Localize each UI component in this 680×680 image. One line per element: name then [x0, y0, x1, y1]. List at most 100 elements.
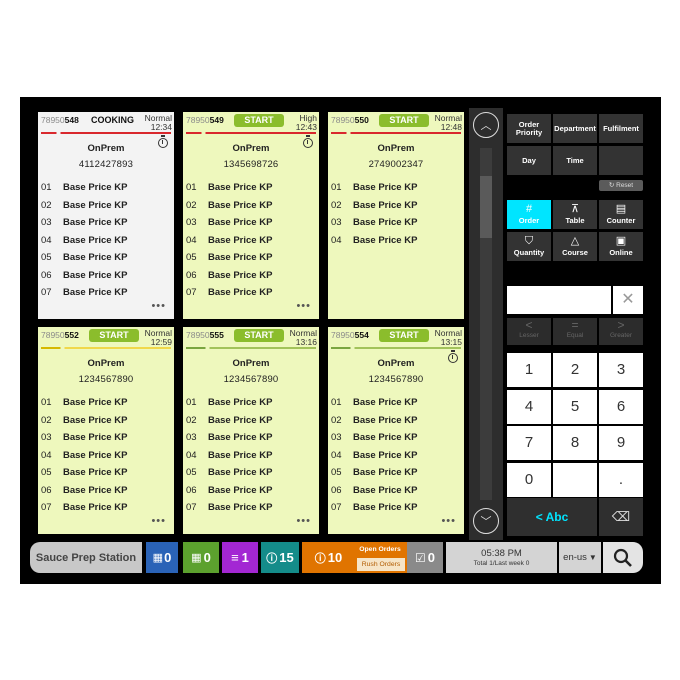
blank-sort-button[interactable]	[599, 146, 643, 175]
list-item[interactable]: 02 Base Price KP	[38, 200, 174, 218]
clear-button[interactable]: ✕	[613, 286, 643, 314]
list-item[interactable]: 03 Base Price KP	[183, 432, 319, 450]
filter-course-button[interactable]: △ Course	[553, 232, 597, 261]
scrollbar-track[interactable]	[480, 148, 492, 500]
scroll-up-button[interactable]: ︿	[473, 112, 499, 138]
list-item[interactable]: 03 Base Price KP	[328, 217, 464, 235]
order-card[interactable]: 78950549 START High 12:43 OnPrem 1345698726 01…	[183, 112, 319, 319]
list-item[interactable]: 04 Base Price KP	[183, 450, 319, 468]
done-counter[interactable]: ☑ 0	[407, 542, 443, 573]
key-2[interactable]: 2	[553, 353, 597, 387]
scrollbar-thumb[interactable]	[480, 176, 492, 238]
more-icon[interactable]: •••	[151, 515, 166, 527]
item-number: 02	[186, 199, 197, 211]
key-3[interactable]: 3	[599, 353, 643, 387]
list-item[interactable]: 06 Base Price KP	[328, 485, 464, 503]
item-number: 03	[331, 217, 342, 228]
list-item[interactable]: 04 Base Price KP	[38, 450, 174, 468]
key-8[interactable]: 8	[553, 426, 597, 460]
timer-counter-teal[interactable]: ⓘ 15	[261, 542, 299, 573]
key-7[interactable]: 7	[507, 426, 551, 460]
more-icon[interactable]: •••	[151, 300, 166, 312]
list-item[interactable]: 01 Base Price KP	[38, 397, 174, 415]
item-number: 01	[41, 397, 52, 408]
list-item[interactable]: 04 Base Price KP	[183, 235, 319, 253]
list-item[interactable]: 03 Base Price KP	[38, 432, 174, 450]
list-item[interactable]: 01 Base Price KP	[328, 182, 464, 200]
filter-quantity-button[interactable]: ⛉ Quantity	[507, 232, 551, 261]
key-dot[interactable]: .	[599, 462, 643, 497]
list-item[interactable]: 04 Base Price KP	[328, 235, 464, 253]
calendar-counter-blue[interactable]: ▦ 0	[146, 542, 178, 573]
list-item[interactable]: 06 Base Price KP	[38, 270, 174, 288]
list-item[interactable]: 01 Base Price KP	[38, 182, 174, 200]
key-5[interactable]: 5	[553, 389, 597, 424]
key-1[interactable]: 1	[507, 353, 551, 387]
start-button[interactable]: START	[89, 329, 139, 342]
more-icon[interactable]: •••	[296, 300, 311, 312]
order-card[interactable]: 78950550 START Normal 12:48 OnPrem 2749002347…	[328, 112, 464, 319]
department-button[interactable]: Department	[553, 114, 597, 143]
filter-online-button[interactable]: ▣ Online	[599, 232, 643, 261]
list-item[interactable]: 02 Base Price KP	[183, 200, 319, 218]
item-name: Base Price KP	[63, 502, 128, 513]
start-button[interactable]: START	[379, 329, 429, 342]
list-item[interactable]: 06 Base Price KP	[183, 270, 319, 288]
key-9[interactable]: 9	[599, 426, 643, 460]
list-item[interactable]: 02 Base Price KP	[38, 415, 174, 433]
more-icon[interactable]: •••	[296, 515, 311, 527]
list-item[interactable]: 03 Base Price KP	[38, 217, 174, 235]
list-item[interactable]: 05 Base Price KP	[38, 252, 174, 270]
order-card[interactable]: 78950552 START Normal 12:59 OnPrem 1234567890…	[38, 327, 174, 534]
list-item[interactable]: 06 Base Price KP	[183, 485, 319, 503]
list-item[interactable]: 05 Base Price KP	[183, 467, 319, 485]
key-0[interactable]: 0	[507, 462, 551, 497]
item-name: Base Price KP	[353, 234, 418, 246]
list-item[interactable]: 01 Base Price KP	[183, 182, 319, 200]
equal-button[interactable]: = Equal	[553, 318, 597, 345]
list-item[interactable]: 05 Base Price KP	[38, 467, 174, 485]
filter-order-button[interactable]: # Order	[507, 200, 551, 229]
start-button[interactable]: START	[234, 329, 284, 342]
filter-counter-button[interactable]: ▤ Counter	[599, 200, 643, 229]
time-button[interactable]: Time	[553, 146, 597, 175]
key-blank[interactable]	[553, 462, 597, 497]
calendar-counter-green[interactable]: ▦ 0	[183, 542, 219, 573]
lesser-button[interactable]: < Lesser	[507, 318, 551, 345]
language-select[interactable]: en-us ▼	[559, 542, 601, 573]
order-card[interactable]: 78950555 START Normal 13:16 OnPrem 1234567890…	[183, 327, 319, 534]
scroll-down-button[interactable]: ﹀	[473, 508, 499, 534]
list-item[interactable]: 03 Base Price KP	[328, 432, 464, 450]
order-priority-button[interactable]: Order Priority	[507, 114, 551, 143]
start-button[interactable]: START	[234, 114, 284, 127]
list-item[interactable]: 05 Base Price KP	[328, 467, 464, 485]
search-button[interactable]	[603, 542, 643, 573]
key-6[interactable]: 6	[599, 389, 643, 424]
list-item[interactable]: 01 Base Price KP	[328, 397, 464, 415]
fulfilment-button[interactable]: Fulfilment	[599, 114, 643, 143]
list-item[interactable]: 03 Base Price KP	[183, 217, 319, 235]
order-card[interactable]: 78950554 START Normal 13:15 OnPrem 1234567890…	[328, 327, 464, 534]
day-button[interactable]: Day	[507, 146, 551, 175]
list-item[interactable]: 01 Base Price KP	[183, 397, 319, 415]
start-button[interactable]: START	[379, 114, 429, 127]
list-item[interactable]: 02 Base Price KP	[328, 200, 464, 218]
list-counter[interactable]: ≡ 1	[222, 542, 258, 573]
key-4[interactable]: 4	[507, 389, 551, 424]
list-item[interactable]: 05 Base Price KP	[183, 252, 319, 270]
list-item[interactable]: 02 Base Price KP	[183, 415, 319, 433]
list-item[interactable]: 06 Base Price KP	[38, 485, 174, 503]
backspace-button[interactable]: ⌫	[599, 498, 643, 536]
abc-keyboard-button[interactable]: < Abc	[507, 498, 597, 536]
filter-table-button[interactable]: ⊼ Table	[553, 200, 597, 229]
reset-button[interactable]: ↻ Reset	[599, 180, 643, 191]
station-name[interactable]: Sauce Prep Station	[30, 542, 142, 573]
order-card[interactable]: 78950548 COOKING Normal 12:34 OnPrem 41124278…	[38, 112, 174, 319]
search-input[interactable]	[507, 286, 611, 314]
timer-counter-orange[interactable]: ⓘ 10	[302, 542, 355, 573]
list-item[interactable]: 02 Base Price KP	[328, 415, 464, 433]
list-item[interactable]: 04 Base Price KP	[328, 450, 464, 468]
more-icon[interactable]: •••	[441, 515, 456, 527]
list-item[interactable]: 04 Base Price KP	[38, 235, 174, 253]
greater-button[interactable]: > Greater	[599, 318, 643, 345]
